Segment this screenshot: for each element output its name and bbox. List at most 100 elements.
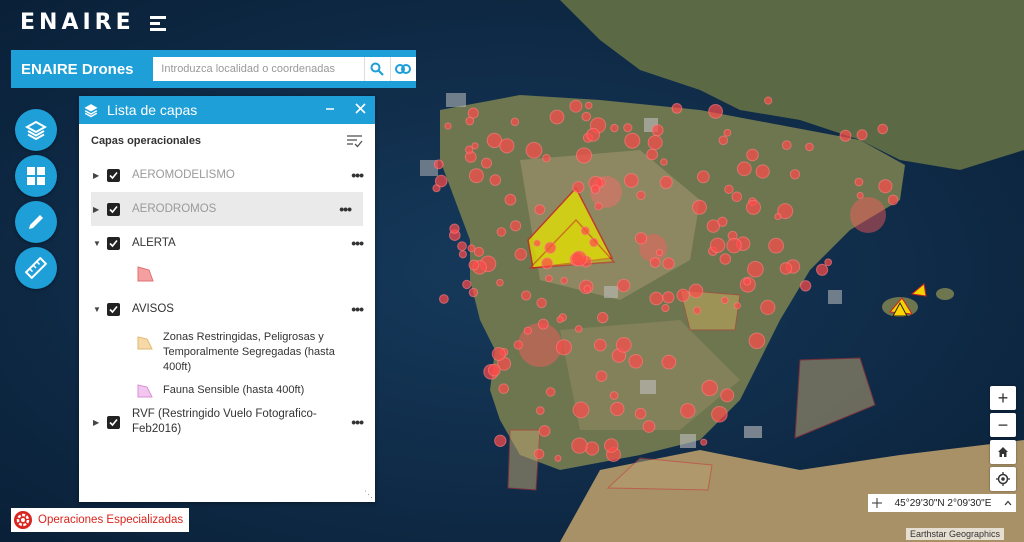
resize-handle-icon[interactable]: ⋱ xyxy=(364,489,373,500)
map-marker[interactable] xyxy=(789,169,801,180)
map-marker[interactable] xyxy=(746,148,759,162)
minimize-button[interactable] xyxy=(315,101,345,119)
layer-checkbox[interactable] xyxy=(107,236,120,250)
map-marker[interactable] xyxy=(799,280,812,292)
map-marker[interactable] xyxy=(523,326,532,335)
more-options-icon[interactable]: ••• xyxy=(351,235,364,251)
home-button[interactable] xyxy=(990,440,1016,464)
map-marker[interactable] xyxy=(623,123,633,133)
map-marker[interactable] xyxy=(696,170,710,184)
zoom-in-button[interactable]: + xyxy=(990,386,1016,410)
map-marker[interactable] xyxy=(597,311,609,324)
map-marker[interactable] xyxy=(510,117,520,127)
map-marker[interactable] xyxy=(589,237,599,248)
map-marker[interactable] xyxy=(487,363,501,377)
layer-row-aerodromos[interactable]: ▶ AERODROMOS ••• xyxy=(91,192,363,226)
map-marker[interactable] xyxy=(692,199,707,215)
map-marker[interactable] xyxy=(580,226,590,236)
map-marker[interactable] xyxy=(496,278,504,287)
map-marker[interactable] xyxy=(718,135,729,146)
map-marker[interactable] xyxy=(545,274,553,283)
map-marker[interactable] xyxy=(462,279,472,290)
map-marker[interactable] xyxy=(569,99,583,113)
map-marker[interactable] xyxy=(649,291,664,306)
zoom-out-button[interactable]: − xyxy=(990,413,1016,437)
expand-arrow-icon[interactable]: ▶ xyxy=(93,205,105,214)
search-input[interactable] xyxy=(153,57,364,81)
map-marker[interactable] xyxy=(594,202,603,211)
map-marker[interactable] xyxy=(748,332,766,350)
map-marker[interactable] xyxy=(609,391,619,400)
map-marker[interactable] xyxy=(642,420,656,433)
map-marker[interactable] xyxy=(743,277,752,286)
map-marker[interactable] xyxy=(473,246,484,257)
map-marker[interactable] xyxy=(660,158,668,166)
expand-arrow-icon[interactable]: ▶ xyxy=(93,418,105,427)
map-marker[interactable] xyxy=(854,177,864,187)
layer-row-rvf[interactable]: ▶ RVF (Restringido Vuelo Fotografico-Feb… xyxy=(79,402,375,442)
map-marker[interactable] xyxy=(584,101,593,110)
map-marker[interactable] xyxy=(646,148,658,161)
map-marker[interactable] xyxy=(590,184,601,194)
map-marker[interactable] xyxy=(571,250,588,267)
map-marker[interactable] xyxy=(544,241,557,254)
map-marker[interactable] xyxy=(877,123,889,135)
map-marker[interactable] xyxy=(555,339,573,356)
map-marker[interactable] xyxy=(458,250,467,259)
map-marker[interactable] xyxy=(499,138,515,154)
map-marker[interactable] xyxy=(604,438,619,453)
basemap-tool-button[interactable] xyxy=(15,155,57,197)
layer-checkbox[interactable] xyxy=(107,302,120,316)
map-marker[interactable] xyxy=(554,454,562,462)
map-marker[interactable] xyxy=(649,257,661,268)
map-marker[interactable] xyxy=(583,285,592,293)
map-marker[interactable] xyxy=(731,191,743,203)
map-marker[interactable] xyxy=(662,291,675,304)
map-marker[interactable] xyxy=(468,287,479,298)
map-marker[interactable] xyxy=(537,318,549,330)
map-marker[interactable] xyxy=(538,425,551,437)
map-marker[interactable] xyxy=(610,401,625,417)
map-marker[interactable] xyxy=(536,406,545,415)
chevron-up-icon[interactable] xyxy=(1004,500,1012,506)
map-marker[interactable] xyxy=(465,116,475,126)
map-marker[interactable] xyxy=(680,403,696,419)
map-marker[interactable] xyxy=(542,154,551,163)
map-marker[interactable] xyxy=(513,340,523,350)
map-marker[interactable] xyxy=(541,257,554,270)
map-marker[interactable] xyxy=(525,141,543,159)
map-marker[interactable] xyxy=(509,220,522,232)
map-marker[interactable] xyxy=(434,174,448,188)
map-marker[interactable] xyxy=(489,174,502,186)
map-marker[interactable] xyxy=(636,190,646,201)
map-marker[interactable] xyxy=(651,124,664,137)
map-marker[interactable] xyxy=(824,258,833,267)
map-marker[interactable] xyxy=(721,296,729,305)
map-marker[interactable] xyxy=(468,168,484,184)
map-marker[interactable] xyxy=(468,259,480,271)
map-marker[interactable] xyxy=(878,179,893,194)
map-marker[interactable] xyxy=(586,127,601,142)
map-marker[interactable] xyxy=(706,219,720,233)
map-marker[interactable] xyxy=(536,297,547,309)
close-button[interactable] xyxy=(345,101,375,119)
map-marker[interactable] xyxy=(856,191,864,200)
layer-checkbox[interactable] xyxy=(107,415,120,429)
layers-tool-button[interactable] xyxy=(15,109,57,151)
map-marker[interactable] xyxy=(624,132,641,149)
map-marker[interactable] xyxy=(514,248,528,261)
expand-arrow-icon[interactable]: ▶ xyxy=(93,171,105,180)
map-marker[interactable] xyxy=(634,232,648,245)
map-marker[interactable] xyxy=(816,263,829,276)
map-marker[interactable] xyxy=(805,142,814,152)
map-marker[interactable] xyxy=(779,262,793,275)
map-marker[interactable] xyxy=(760,299,776,315)
layer-row-alerta[interactable]: ▼ ALERTA ••• xyxy=(79,226,375,260)
map-marker[interactable] xyxy=(693,306,702,315)
map-marker[interactable] xyxy=(521,290,532,301)
map-marker[interactable] xyxy=(628,354,644,369)
map-marker[interactable] xyxy=(723,128,732,137)
operaciones-especializadas-button[interactable]: Operaciones Especializadas xyxy=(11,508,190,532)
map-marker[interactable] xyxy=(533,239,541,247)
map-marker[interactable] xyxy=(856,129,868,141)
